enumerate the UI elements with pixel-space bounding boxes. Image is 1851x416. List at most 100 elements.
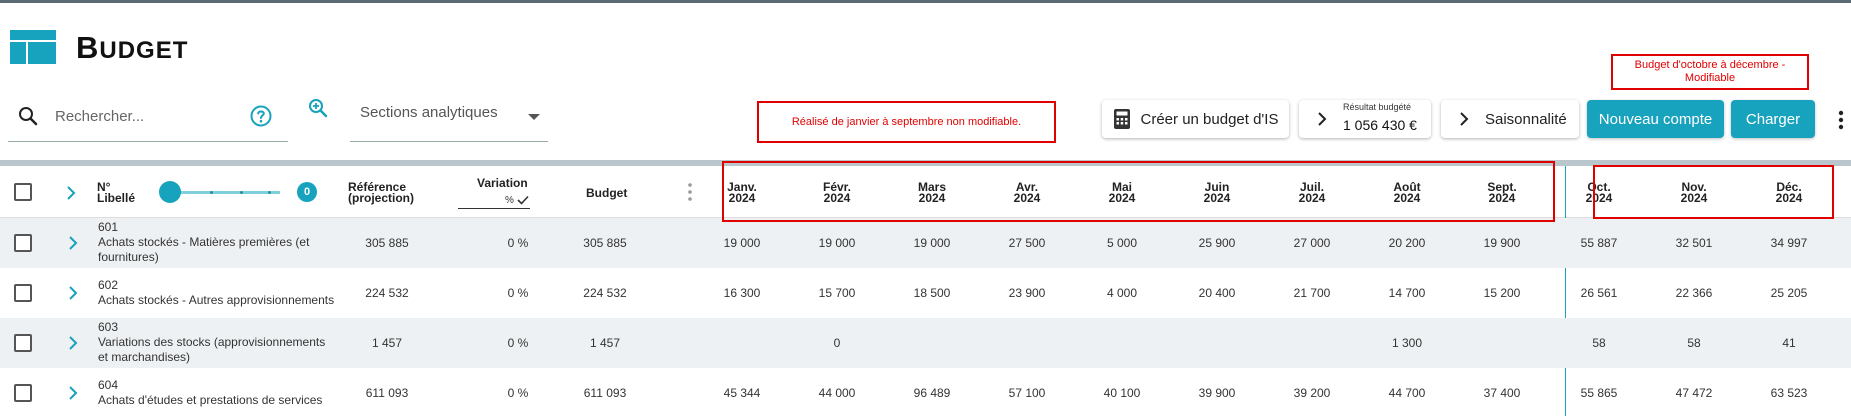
month-value: 96 489 <box>913 386 951 400</box>
month-value: 41 <box>1782 336 1796 350</box>
month-value: 15 200 <box>1483 286 1521 300</box>
annotation-budget-modifiable: Budget d'octobre à décembre - Modifiable <box>1611 54 1809 90</box>
month-value: 23 900 <box>1008 286 1046 300</box>
month-value: 44 000 <box>818 386 856 400</box>
table-row[interactable]: 602 Achats stockés - Autres approvisionne… <box>0 268 1851 318</box>
month-value: 39 900 <box>1198 386 1236 400</box>
month-value: 19 000 <box>913 236 951 250</box>
resultat-budgete-value: 1 056 430 € <box>1343 117 1417 133</box>
resultat-budgete-button[interactable]: Résultat budgété 1 056 430 € <box>1299 100 1431 138</box>
account-label: Variations des stocks (approvisionnement… <box>98 335 326 364</box>
expand-all-chevron-icon[interactable] <box>66 186 76 200</box>
month-value: 37 400 <box>1483 386 1521 400</box>
table-row[interactable]: 601 Achats stockés - Matières premières (… <box>0 218 1851 268</box>
month-value: 58 <box>1592 336 1606 350</box>
charger-button[interactable]: Charger <box>1731 100 1815 138</box>
saisonnalite-label: Saisonnalité <box>1485 111 1567 128</box>
create-budget-is-button[interactable]: Créer un budget d'IS <box>1102 100 1289 138</box>
month-value: 20 200 <box>1388 236 1426 250</box>
search-icon <box>19 107 38 126</box>
variation-value: 0 % <box>507 286 529 300</box>
month-value: 26 561 <box>1580 286 1618 300</box>
row-checkbox[interactable] <box>14 384 32 402</box>
annotation-budget-line2: Modifiable <box>1684 72 1736 84</box>
month-value: 14 700 <box>1388 286 1426 300</box>
month-value: 57 100 <box>1008 386 1046 400</box>
search-box <box>8 92 288 142</box>
slider-step-dot <box>210 191 213 194</box>
search-input[interactable] <box>55 104 235 128</box>
budget-value: 305 885 <box>583 236 627 250</box>
month-value: 18 500 <box>913 286 951 300</box>
create-budget-is-label: Créer un budget d'IS <box>1140 110 1279 128</box>
month-value: 34 997 <box>1770 236 1808 250</box>
month-value: 32 501 <box>1675 236 1713 250</box>
caret-down-icon <box>528 114 540 120</box>
row-checkbox[interactable] <box>14 334 32 352</box>
account-number: 602 <box>98 278 119 292</box>
chevron-right-icon <box>1318 112 1327 126</box>
top-border <box>0 0 1851 3</box>
month-value: 27 500 <box>1008 236 1046 250</box>
month-value: 47 472 <box>1675 386 1713 400</box>
header-libelle: Libellé <box>97 191 136 205</box>
page-title: BUDGET <box>76 30 189 65</box>
variation-unit: % <box>505 195 514 206</box>
expand-row-chevron-icon[interactable] <box>68 386 78 400</box>
reference-value: 1 457 <box>371 336 403 350</box>
budget-months-highlight <box>1593 165 1834 219</box>
expand-row-chevron-icon[interactable] <box>68 336 78 350</box>
month-value: 40 100 <box>1103 386 1141 400</box>
account-number: 604 <box>98 378 119 392</box>
header-budget: Budget <box>586 186 628 200</box>
help-icon[interactable] <box>249 104 273 128</box>
row-checkbox[interactable] <box>14 234 32 252</box>
account-label: Achats stockés - Matières premières (et … <box>98 235 310 264</box>
table-row[interactable]: 603 Variations des stocks (approvisionnem… <box>0 318 1851 368</box>
month-value: 16 300 <box>723 286 761 300</box>
reference-value: 305 885 <box>365 236 409 250</box>
level-slider-thumb[interactable] <box>159 181 181 203</box>
variation-value: 0 % <box>507 336 529 350</box>
sections-analytiques-select[interactable]: Sections analytiques <box>350 92 548 142</box>
slider-step-dot <box>240 191 243 194</box>
zoom-in-icon[interactable] <box>306 96 330 120</box>
month-value: 22 366 <box>1675 286 1713 300</box>
month-value: 55 887 <box>1580 236 1618 250</box>
level-slider-track[interactable] <box>168 191 280 194</box>
month-value: 5 000 <box>1106 236 1138 250</box>
row-checkbox[interactable] <box>14 284 32 302</box>
month-value: 20 400 <box>1198 286 1236 300</box>
resultat-budgete-label: Résultat budgété <box>1343 102 1412 112</box>
more-vertical-icon[interactable] <box>1838 110 1844 130</box>
nouveau-compte-button[interactable]: Nouveau compte <box>1587 100 1724 138</box>
header-variation: Variation <box>477 176 528 190</box>
month-value: 39 200 <box>1293 386 1331 400</box>
month-value: 0 <box>833 336 841 350</box>
budget-value: 224 532 <box>583 286 627 300</box>
slider-step-dot <box>268 191 271 194</box>
month-value: 25 900 <box>1198 236 1236 250</box>
month-value: 55 865 <box>1580 386 1618 400</box>
variation-input-underline[interactable] <box>458 208 530 209</box>
month-value: 63 523 <box>1770 386 1808 400</box>
check-icon[interactable] <box>517 195 529 205</box>
expand-row-chevron-icon[interactable] <box>68 236 78 250</box>
account-number: 603 <box>98 320 119 334</box>
select-all-checkbox[interactable] <box>14 183 32 201</box>
table-row[interactable]: 604 Achats d'études et prestations de ser… <box>0 368 1851 416</box>
account-label: Achats d'études et prestations de servic… <box>98 393 323 407</box>
month-value: 21 700 <box>1293 286 1331 300</box>
calculator-icon <box>1113 109 1130 129</box>
expand-row-chevron-icon[interactable] <box>68 286 78 300</box>
saisonnalite-button[interactable]: Saisonnalité <box>1441 100 1579 138</box>
month-value: 19 000 <box>723 236 761 250</box>
month-value: 58 <box>1687 336 1701 350</box>
reference-value: 224 532 <box>365 286 409 300</box>
month-value: 19 900 <box>1483 236 1521 250</box>
column-menu-icon[interactable] <box>688 183 692 201</box>
budget-value: 1 457 <box>589 336 621 350</box>
chevron-right-icon <box>1460 112 1469 126</box>
month-value: 27 000 <box>1293 236 1331 250</box>
month-value: 1 300 <box>1391 336 1423 350</box>
